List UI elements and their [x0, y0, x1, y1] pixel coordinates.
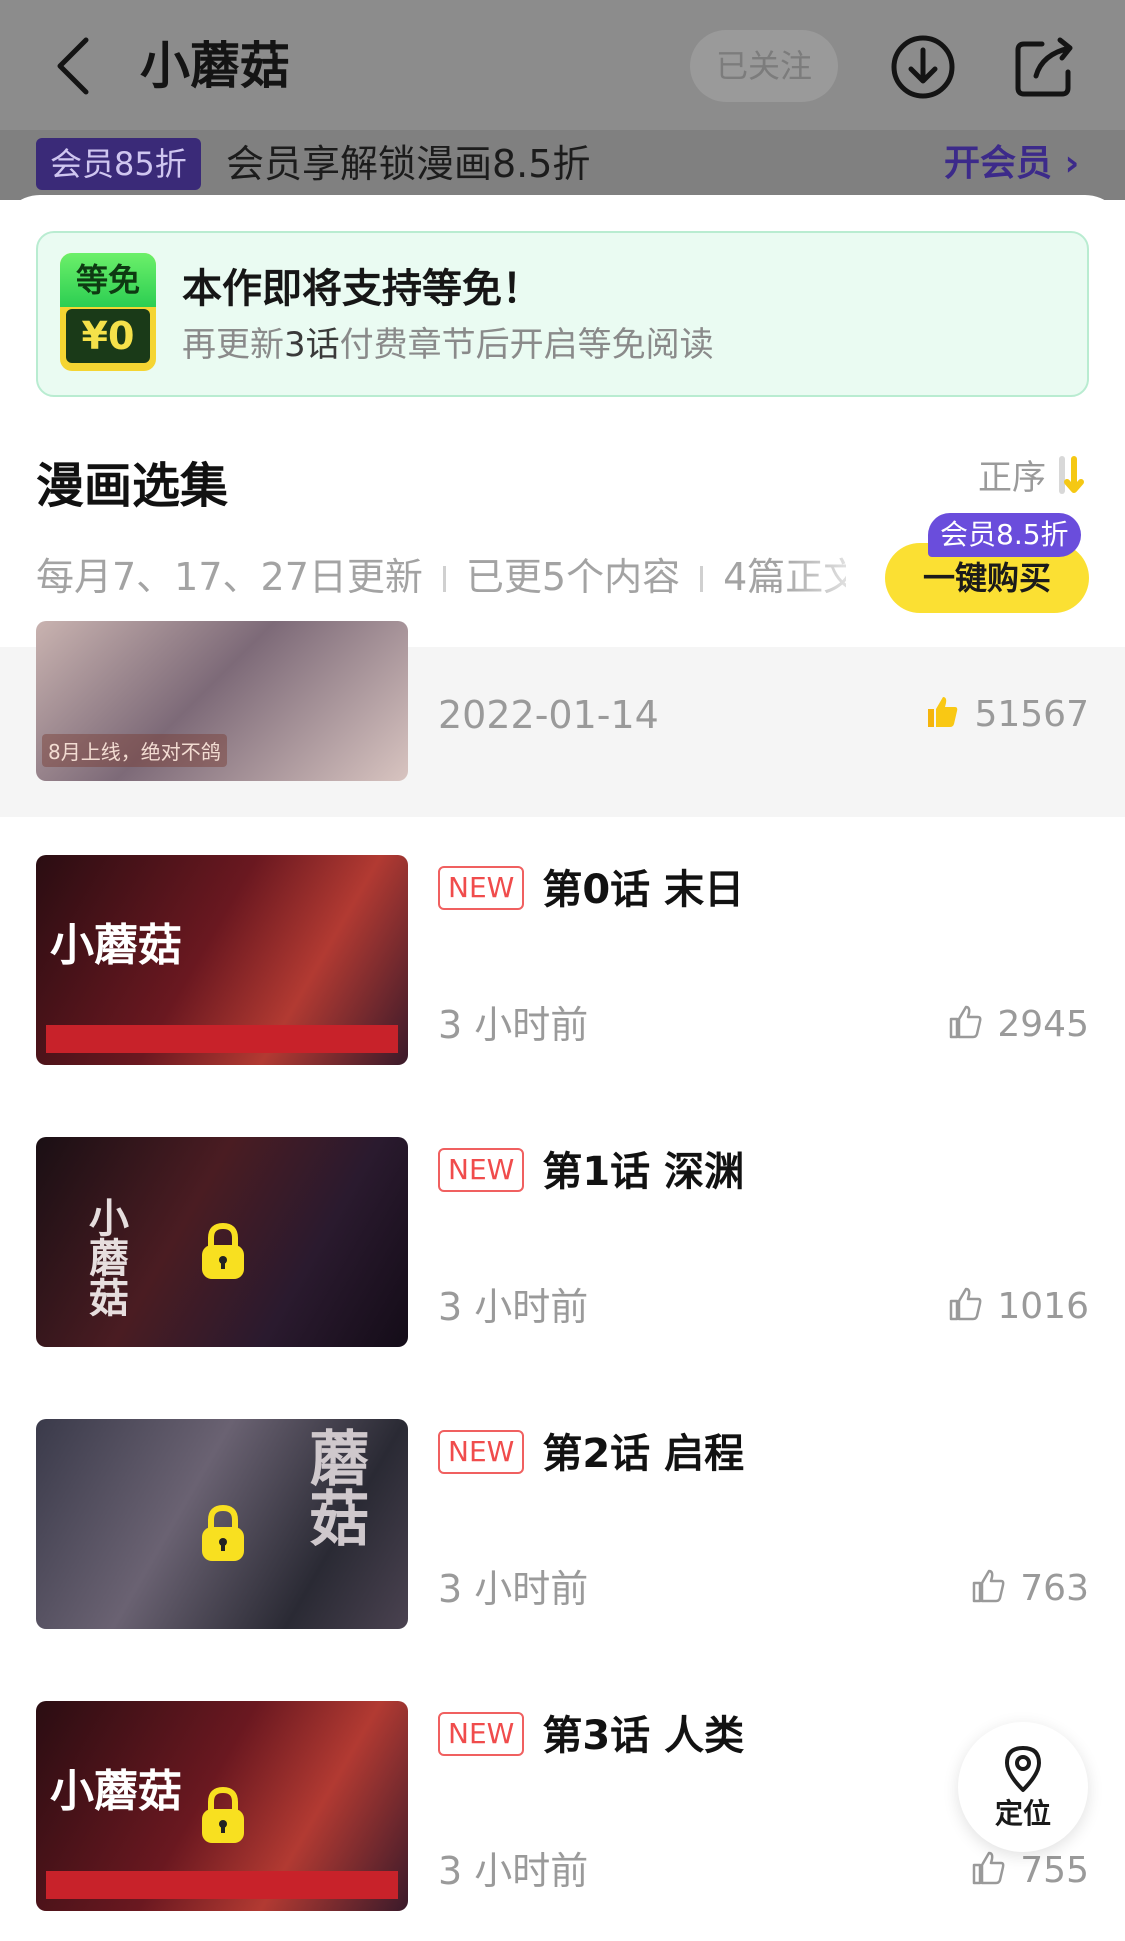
episode-list: 8月上线，绝对不鸽 2022-01-14 51567 小蘑菇 NEW 第0话 末日…: [0, 621, 1125, 1941]
new-badge: NEW: [438, 1430, 525, 1474]
list-item[interactable]: 小蘑菇 NEW 第3话 人类 3 小时前 755: [0, 1663, 1125, 1941]
like-count[interactable]: 2945: [947, 997, 1089, 1053]
thumbnail-banner: [46, 1025, 398, 1053]
episode-thumbnail: 8月上线，绝对不鸽: [36, 621, 408, 781]
like-count[interactable]: 763: [970, 1561, 1089, 1617]
back-button[interactable]: [52, 34, 92, 98]
episode-thumbnail: 小蘑菇: [36, 855, 408, 1065]
list-item[interactable]: 小蘑菇 NEW 第0话 末日 3 小时前 2945: [0, 817, 1125, 1099]
update-schedule: 每月7、17、27日更新: [36, 555, 423, 599]
thumbs-up-icon: [950, 1005, 982, 1039]
episode-date: 2022-01-14: [438, 693, 659, 737]
wait-free-badge: 等免 ¥0: [60, 253, 156, 371]
follow-button[interactable]: 已关注: [690, 30, 838, 102]
list-item[interactable]: 蘑菇 NEW 第2话 启程 3 小时前 763: [0, 1381, 1125, 1663]
download-button[interactable]: [890, 34, 956, 100]
wait-free-subtitle: 再更新3话付费章节后开启等免阅读: [182, 325, 714, 365]
episode-thumbnail: 小蘑菇: [36, 1701, 408, 1911]
open-member-link[interactable]: 开会员 ›: [944, 136, 1079, 192]
episode-sheet: 等免 ¥0 本作即将支持等免！ 再更新3话付费章节后开启等免阅读 漫画选集 正序…: [0, 195, 1125, 1941]
thumbnail-banner: [46, 1871, 398, 1899]
lock-icon: [202, 1786, 244, 1843]
divider: [442, 566, 446, 592]
thumbs-up-icon: [950, 1287, 982, 1321]
updated-count: 已更5个内容: [465, 555, 681, 599]
share-button[interactable]: [1012, 34, 1078, 100]
thumbnail-title: 蘑菇: [299, 1427, 369, 1547]
sort-label: 正序: [978, 458, 1046, 498]
text-fade: [780, 549, 880, 605]
member-promo-text: 会员享解锁漫画8.5折: [226, 142, 591, 186]
episode-title: NEW 第2话 启程: [438, 1425, 744, 1483]
episode-thumbnail: 小蘑菇: [36, 1137, 408, 1347]
section-title: 漫画选集: [36, 458, 229, 514]
wait-free-title: 本作即将支持等免！: [182, 266, 542, 312]
update-info: 每月7、17、27日更新已更5个内容4篇正文: [36, 549, 846, 605]
episode-title: NEW 第3话 人类: [438, 1707, 744, 1765]
thumbnail-caption: 8月上线，绝对不鸽: [42, 734, 227, 767]
episode-time: 3 小时前: [438, 1849, 589, 1893]
sort-toggle[interactable]: 正序: [978, 453, 1088, 503]
locate-button[interactable]: 定位: [958, 1722, 1088, 1852]
list-item[interactable]: 小蘑菇 NEW 第1话 深渊 3 小时前 1016: [0, 1099, 1125, 1381]
episode-title: NEW 第1话 深渊: [438, 1143, 744, 1201]
top-navigation-bar: 小蘑菇 已关注: [0, 0, 1125, 130]
thumbnail-title: 小蘑菇: [50, 1766, 182, 1817]
lock-icon: [202, 1504, 244, 1561]
member-discount-badge: 会员8.5折: [928, 513, 1081, 557]
like-count[interactable]: 51567: [924, 687, 1089, 743]
divider: [700, 566, 704, 592]
share-icon: [1015, 37, 1073, 97]
new-badge: NEW: [438, 866, 525, 910]
new-badge: NEW: [438, 1712, 525, 1756]
lock-icon: [202, 1222, 244, 1279]
download-icon: [891, 35, 955, 99]
locate-label: 定位: [994, 1797, 1051, 1830]
episode-thumbnail: 蘑菇: [36, 1419, 408, 1629]
location-pin-icon: [1005, 1746, 1041, 1792]
back-icon: [57, 37, 89, 95]
page-title: 小蘑菇: [140, 37, 290, 95]
thumbs-up-icon: [973, 1569, 1005, 1603]
wait-free-banner: 等免 ¥0 本作即将支持等免！ 再更新3话付费章节后开启等免阅读: [36, 231, 1089, 397]
thumbs-up-icon: [928, 697, 958, 727]
wait-free-badge-price: ¥0: [66, 309, 150, 363]
thumbnail-title: 小蘑菇: [50, 920, 182, 971]
episode-time: 3 小时前: [438, 1003, 589, 1047]
thumbs-up-icon: [973, 1851, 1005, 1885]
sort-order-icon: [1059, 456, 1084, 494]
new-badge: NEW: [438, 1148, 525, 1192]
list-item[interactable]: 8月上线，绝对不鸽 2022-01-14 51567: [0, 621, 1125, 817]
like-count[interactable]: 1016: [947, 1279, 1089, 1335]
wait-free-badge-label: 等免: [60, 253, 156, 307]
thumbnail-title: 小蘑菇: [82, 1197, 128, 1317]
episode-time: 3 小时前: [438, 1285, 589, 1329]
episode-title: NEW 第0话 末日: [438, 861, 744, 919]
episode-time: 3 小时前: [438, 1567, 589, 1611]
member-discount-tag: 会员85折: [36, 138, 201, 190]
